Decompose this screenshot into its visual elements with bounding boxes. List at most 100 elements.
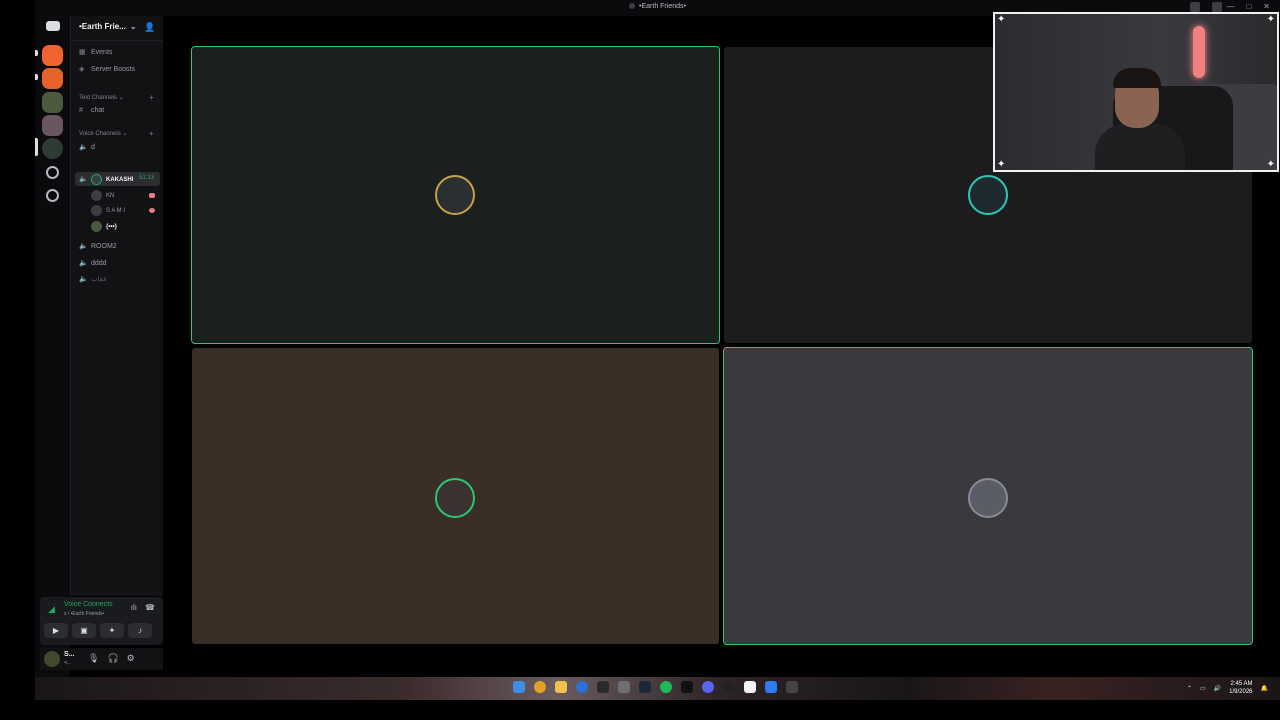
- voice-status[interactable]: Voice Connects: [64, 601, 113, 608]
- sparkle-icon: ✦: [997, 14, 1006, 25]
- server-icon-earth-friends[interactable]: [42, 138, 63, 159]
- avatar: [968, 478, 1008, 518]
- discord-icon[interactable]: [702, 681, 714, 693]
- voice-user-sami[interactable]: S A M I: [91, 205, 125, 216]
- file-explorer-icon[interactable]: [555, 681, 567, 693]
- participant-tile-1[interactable]: [191, 46, 720, 344]
- add-server-icon[interactable]: [46, 166, 59, 179]
- streaming-icon: [149, 208, 155, 213]
- voice-channel-dddd[interactable]: 🔈 dddd: [79, 259, 107, 267]
- sidebar-item-server-boosts[interactable]: ◈ Server Boosts: [79, 65, 135, 73]
- sparkle-icon: ✦: [997, 159, 1006, 170]
- invite-people-icon[interactable]: 👤: [144, 22, 155, 33]
- voice-actions: ılı ☎: [131, 603, 155, 612]
- participant-tile-4[interactable]: [723, 347, 1253, 645]
- hash-icon: #: [79, 107, 83, 114]
- chrome-icon[interactable]: [534, 681, 546, 693]
- app-icon[interactable]: [786, 681, 798, 693]
- server-name[interactable]: •Earth Frie... ⌄: [79, 22, 137, 31]
- speaker-icon: 🔈: [79, 144, 88, 151]
- microphone-icon[interactable]: 🎙: [88, 653, 99, 664]
- gear-icon[interactable]: ⚙: [127, 653, 135, 664]
- app-icon[interactable]: [597, 681, 609, 693]
- spotify-icon[interactable]: [660, 681, 672, 693]
- voice-user-kn[interactable]: KN: [91, 190, 114, 201]
- voice-channel-room2[interactable]: 🔈 ROOM2: [79, 242, 117, 250]
- volume-icon[interactable]: 🔊: [1214, 685, 1221, 692]
- category-text-channels[interactable]: Text Channels ⌄ +: [79, 93, 154, 102]
- channel-timer: 51:13: [138, 175, 154, 181]
- chevron-up-icon[interactable]: ⌃: [1187, 685, 1192, 692]
- boost-icon: ◈: [79, 66, 85, 73]
- user-status: •i...: [64, 660, 72, 666]
- window-title: •Earth Friends•: [35, 3, 1280, 10]
- activities-button[interactable]: ✦: [100, 623, 124, 638]
- sidebar-item-events[interactable]: ▦ Events: [79, 48, 112, 56]
- avatar: [91, 221, 102, 232]
- maximize-icon[interactable]: □: [1246, 2, 1251, 11]
- avatar: [435, 175, 475, 215]
- server-rail: [35, 16, 70, 681]
- voice-buttons: ▶ ▣ ✦ ♪: [44, 623, 152, 638]
- obs-icon[interactable]: [723, 681, 735, 693]
- server-icon: [629, 3, 636, 10]
- server-icon-1[interactable]: [42, 45, 63, 66]
- avatar[interactable]: [44, 651, 60, 667]
- camera-button[interactable]: ▶: [44, 623, 68, 638]
- channel-sidebar: •Earth Frie... ⌄ 👤 ▦ Events ◈ Server Boosts…: [70, 16, 164, 596]
- app-icon[interactable]: [765, 681, 777, 693]
- server-icon-4[interactable]: [42, 115, 63, 136]
- user-controls: 🎙 🎧 ⚙: [88, 653, 135, 664]
- channel-chat[interactable]: # chat: [79, 107, 104, 114]
- deafened-icon: [149, 193, 155, 198]
- server-icon-3[interactable]: [42, 92, 63, 113]
- webcam-overlay: ✦ ✦ ✦ ✦: [993, 12, 1279, 172]
- headphones-icon[interactable]: 🎧: [107, 653, 118, 664]
- notification-icon[interactable]: 🔔: [1261, 685, 1268, 692]
- system-tray: ⌃ ▭ 🔊 2:45 AM 1/9/2026 🔔: [1187, 680, 1268, 696]
- avatar: [91, 174, 102, 185]
- voice-channel-5[interactable]: 🔈 عقاب: [79, 275, 107, 283]
- noise-suppression-icon[interactable]: ılı: [131, 603, 137, 612]
- edge-icon[interactable]: [576, 681, 588, 693]
- sparkle-icon: ✦: [1266, 159, 1275, 170]
- unread-pip: [35, 74, 38, 80]
- avatar: [91, 205, 102, 216]
- webcam-person-hair: [1113, 68, 1161, 88]
- unread-pip: [35, 50, 38, 56]
- user-name[interactable]: S...: [64, 651, 75, 658]
- voice-user-4[interactable]: {•••}: [91, 221, 117, 232]
- notepad-icon[interactable]: [744, 681, 756, 693]
- avatar: [968, 175, 1008, 215]
- add-channel-icon[interactable]: +: [149, 93, 154, 102]
- user-bar: S... •i... 🎙 🎧 ⚙: [40, 648, 163, 670]
- minimize-icon[interactable]: —: [1226, 2, 1234, 11]
- steam-icon[interactable]: [639, 681, 651, 693]
- speaker-icon: 🔈: [79, 276, 88, 283]
- participant-tile-3[interactable]: [192, 348, 719, 644]
- divider: [71, 40, 164, 41]
- help-icon[interactable]: [1212, 2, 1222, 12]
- avatar: [91, 190, 102, 201]
- app-icon[interactable]: [618, 681, 630, 693]
- start-icon[interactable]: [513, 681, 525, 693]
- add-channel-icon[interactable]: +: [149, 129, 154, 138]
- close-icon[interactable]: ✕: [1263, 2, 1270, 11]
- neon-sign: [1193, 26, 1205, 78]
- disconnect-icon[interactable]: ☎: [145, 603, 155, 612]
- window-controls: — □ ✕: [1226, 2, 1270, 11]
- network-icon[interactable]: ▭: [1200, 685, 1206, 692]
- server-icon-offline[interactable]: [42, 68, 63, 89]
- voice-channel-path[interactable]: s / •Earth Friends•: [64, 611, 104, 617]
- inbox-icon[interactable]: [1190, 2, 1200, 12]
- clock[interactable]: 2:45 AM 1/9/2026: [1229, 680, 1252, 696]
- discord-home-icon[interactable]: [46, 21, 60, 31]
- voice-user-kakashi[interactable]: KAKASHI: [91, 174, 133, 185]
- capcut-icon[interactable]: [681, 681, 693, 693]
- soundboard-button[interactable]: ♪: [128, 623, 152, 638]
- category-voice-channels[interactable]: Voice Channels ⌄ +: [79, 129, 154, 138]
- screen-share-button[interactable]: ▣: [72, 623, 96, 638]
- voice-channel-d[interactable]: 🔈 d: [79, 143, 95, 151]
- discover-icon[interactable]: [46, 189, 59, 202]
- taskbar: ⌃ ▭ 🔊 2:45 AM 1/9/2026 🔔: [35, 677, 1280, 700]
